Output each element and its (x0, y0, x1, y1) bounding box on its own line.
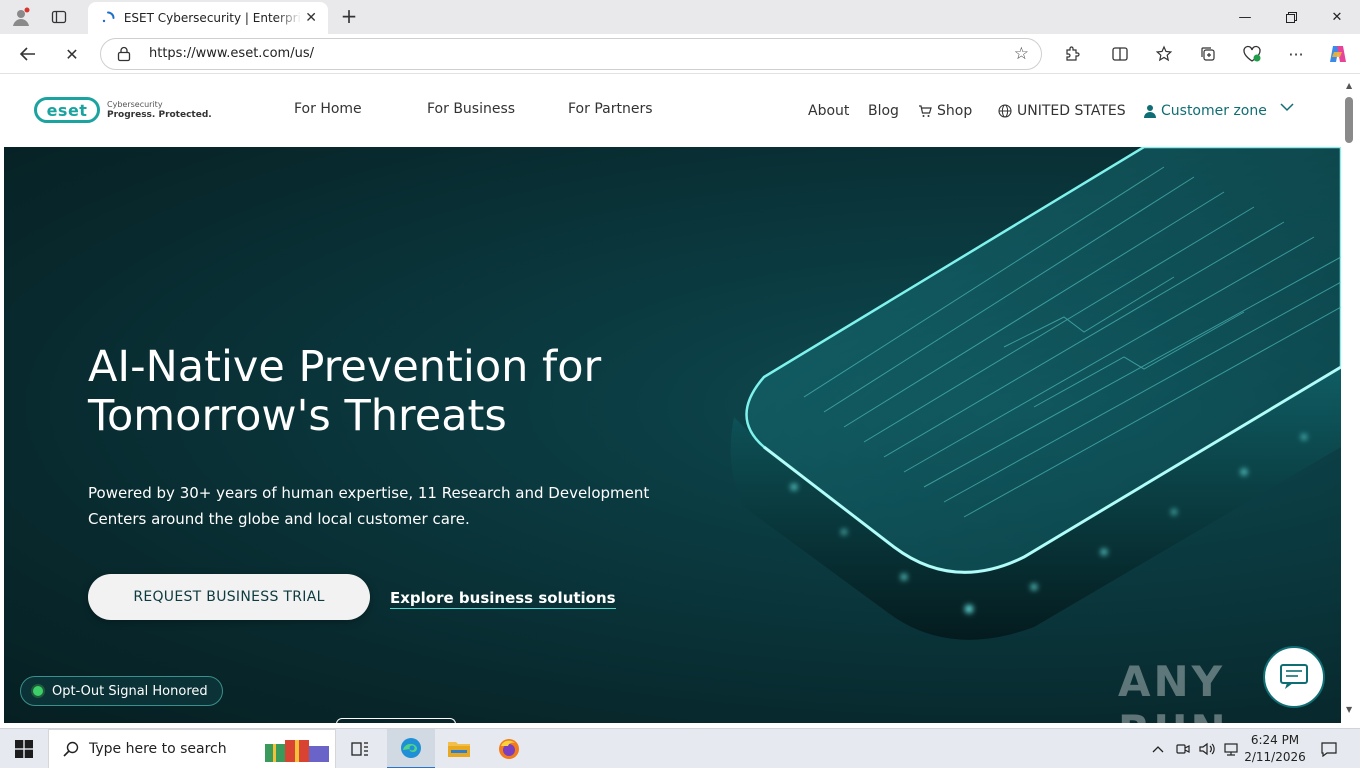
edge-taskbar-icon[interactable] (387, 729, 435, 768)
logo-badge: eset (34, 97, 100, 123)
taskbar-clock[interactable]: 6:24 PM 2/11/2026 (1240, 732, 1310, 766)
hero-chip-illustration (730, 147, 1341, 640)
chevron-down-icon[interactable] (1280, 103, 1294, 112)
chat-icon (1280, 664, 1308, 689)
split-screen-icon[interactable] (1106, 40, 1134, 68)
nav-shop[interactable]: Shop (918, 103, 972, 119)
tray-overflow-icon[interactable] (1146, 729, 1170, 768)
opt-out-label: Opt-Out Signal Honored (52, 683, 208, 699)
tab-title: ESET Cybersecurity | Enterprise, Busines… (123, 11, 302, 25)
explore-business-solutions-link[interactable]: Explore business solutions (390, 589, 616, 609)
eset-logo[interactable]: eset Cybersecurity Progress. Protected. (34, 97, 212, 123)
back-icon[interactable] (14, 40, 42, 68)
browser-tab-active[interactable]: ESET Cybersecurity | Enterprise, Busines… (88, 2, 328, 34)
nav-shop-label: Shop (937, 103, 973, 119)
taskbar-search-placeholder: Type here to search (89, 741, 227, 757)
web-page: eset Cybersecurity Progress. Protected. … (4, 75, 1341, 723)
scroll-thumb[interactable] (1345, 97, 1353, 143)
browser-essentials-icon[interactable] (1238, 40, 1266, 68)
logo-tagline-1: Cybersecurity (107, 100, 163, 109)
profile-icon[interactable] (8, 5, 34, 29)
collections-icon[interactable] (1194, 40, 1222, 68)
scroll-up-icon[interactable]: ▲ (1346, 81, 1352, 90)
hero-title-line-1: AI-Native Prevention for (88, 342, 602, 392)
scroll-down-icon[interactable]: ▼ (1346, 705, 1352, 714)
favorites-icon[interactable] (1150, 40, 1178, 68)
hero-banner: AI-Native Prevention for Tomorrow's Thre… (4, 147, 1341, 723)
favorite-star-icon[interactable]: ☆ (1014, 44, 1029, 64)
customer-zone-link[interactable]: Customer zone (1144, 103, 1267, 119)
new-tab-button[interactable]: + (336, 4, 362, 30)
hero-title-line-2: Tomorrow's Threats (88, 391, 507, 441)
customer-zone-label: Customer zone (1161, 103, 1267, 119)
chat-button[interactable] (1263, 646, 1325, 708)
gifts-icon (265, 740, 329, 762)
region-selector[interactable]: UNITED STATES (998, 103, 1126, 119)
copilot-icon[interactable] (1324, 40, 1352, 68)
taskbar-search-box[interactable]: Type here to search (48, 729, 336, 768)
settings-more-icon[interactable]: ··· (1282, 40, 1310, 68)
logo-tagline-2: Progress. Protected. (107, 110, 212, 120)
notifications-icon[interactable] (1314, 729, 1344, 768)
logo-tagline: Cybersecurity Progress. Protected. (107, 99, 212, 121)
nav-blog[interactable]: Blog (868, 103, 899, 119)
loading-spinner-icon (100, 10, 116, 26)
firefox-icon[interactable] (485, 729, 533, 768)
network-icon[interactable] (1220, 729, 1242, 768)
cart-icon (919, 104, 932, 117)
site-header: eset Cybersecurity Progress. Protected. … (4, 75, 1341, 147)
lock-icon[interactable] (117, 46, 133, 62)
windows-taskbar: Type here to search 6:24 PM 2/11/2026 (0, 728, 1360, 768)
extensions-icon[interactable] (1058, 40, 1086, 68)
restore-icon[interactable] (1268, 0, 1314, 34)
tab-actions-icon[interactable] (46, 5, 72, 29)
nav-about[interactable]: About (808, 103, 849, 119)
url-text: https://www.eset.com/us/ (149, 46, 314, 61)
address-bar[interactable]: https://www.eset.com/us/ ☆ (100, 38, 1042, 70)
region-label: UNITED STATES (1017, 103, 1126, 119)
status-dot-icon (33, 686, 43, 696)
browser-tabstrip: ESET Cybersecurity | Enterprise, Busines… (0, 0, 1360, 34)
nav-for-home[interactable]: For Home (294, 101, 362, 117)
volume-icon[interactable] (1196, 729, 1218, 768)
browser-toolbar: ✕ https://www.eset.com/us/ ☆ ··· (0, 34, 1360, 74)
stop-loading-icon[interactable]: ✕ (58, 40, 86, 68)
globe-icon (998, 104, 1012, 118)
hero-title: AI-Native Prevention for Tomorrow's Thre… (88, 343, 648, 441)
nav-for-business[interactable]: For Business (427, 101, 515, 117)
hero-subtitle-line-2: Centers around the globe and local custo… (88, 510, 470, 528)
file-explorer-icon[interactable] (435, 729, 483, 768)
hero-subtitle-line-1: Powered by 30+ years of human expertise,… (88, 484, 650, 502)
nav-for-partners[interactable]: For Partners (568, 101, 653, 117)
opt-out-signal-badge[interactable]: Opt-Out Signal Honored (20, 676, 223, 706)
search-icon (63, 741, 79, 757)
next-section-tab (336, 718, 456, 723)
tab-close-icon[interactable]: ✕ (302, 10, 320, 26)
hero-subtitle: Powered by 30+ years of human expertise,… (88, 480, 668, 532)
minimize-icon[interactable]: — (1222, 0, 1268, 34)
close-window-icon[interactable]: ✕ (1314, 0, 1360, 34)
windows-start-icon[interactable] (0, 729, 48, 768)
request-business-trial-button[interactable]: REQUEST BUSINESS TRIAL (88, 574, 370, 620)
user-icon (1144, 105, 1156, 118)
task-view-icon[interactable] (336, 729, 384, 768)
page-scrollbar[interactable]: ▲ ▼ (1341, 75, 1360, 723)
clock-date: 2/11/2026 (1244, 750, 1306, 764)
meet-now-icon[interactable] (1172, 729, 1194, 768)
clock-time: 6:24 PM (1250, 733, 1300, 747)
